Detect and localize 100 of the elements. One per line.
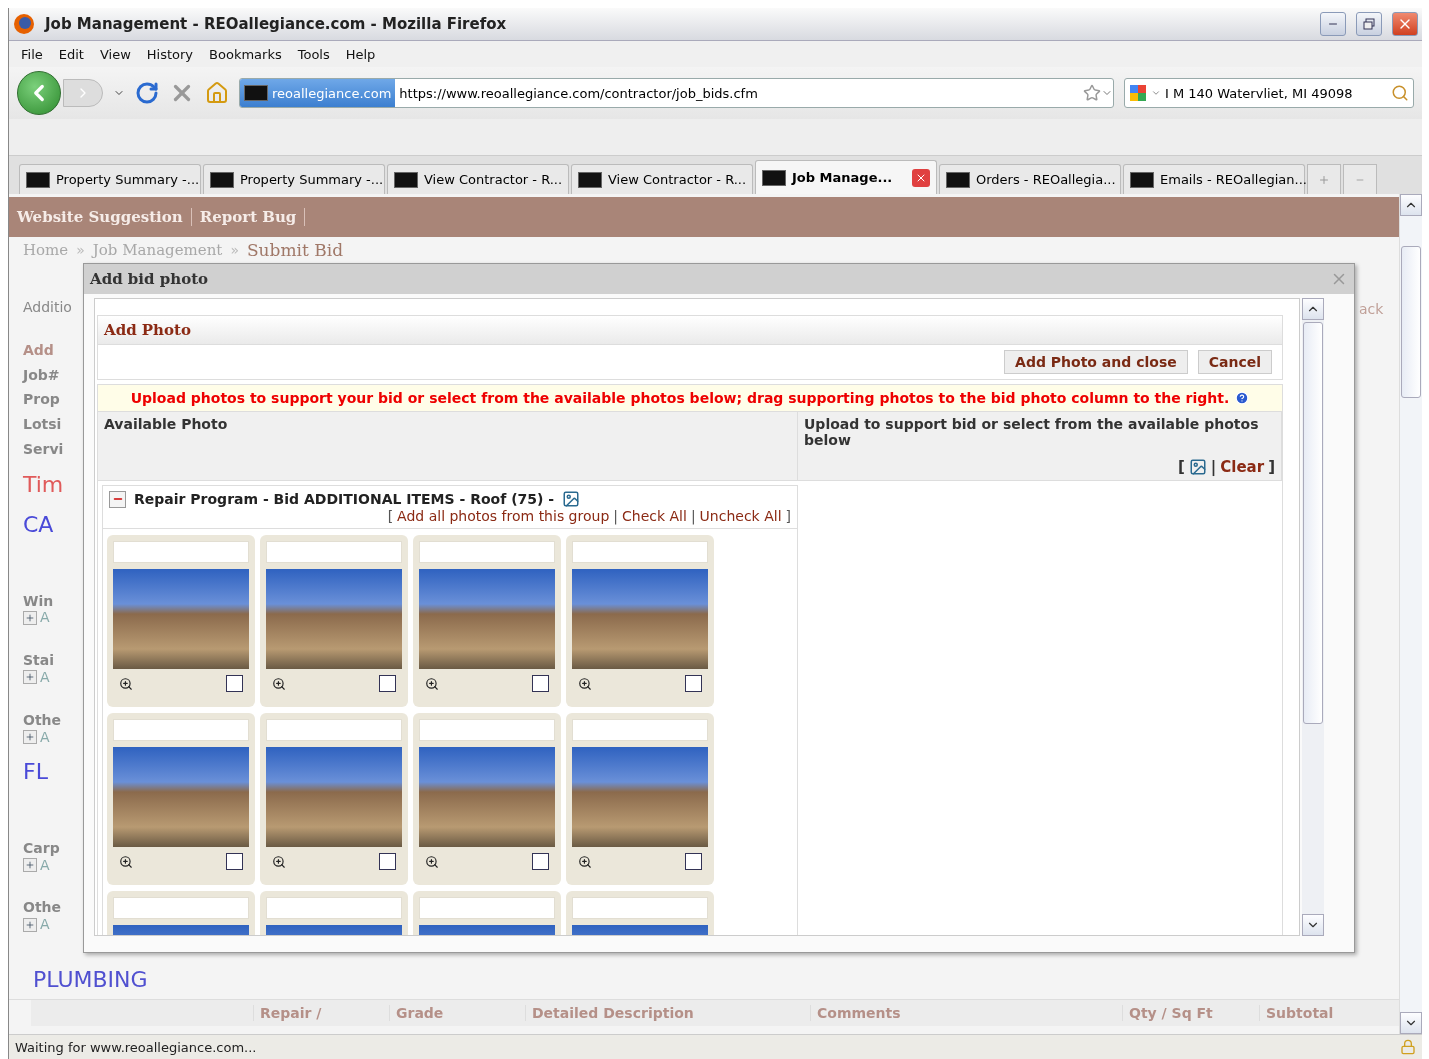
reload-button[interactable] bbox=[135, 81, 159, 105]
search-field[interactable]: I M 140 Watervliet, MI 49098 bbox=[1124, 78, 1414, 108]
close-tab-button[interactable] bbox=[912, 168, 930, 187]
menu-item[interactable]: Edit bbox=[52, 44, 90, 64]
caption-field[interactable] bbox=[266, 719, 402, 741]
caret-icon bbox=[1151, 88, 1161, 98]
browser-tab[interactable]: Orders - REOallegia... bbox=[939, 164, 1121, 194]
photo-checkbox[interactable] bbox=[532, 675, 549, 692]
browser-tab[interactable]: Property Summary -... bbox=[203, 164, 385, 194]
browser-tab[interactable]: Property Summary -... bbox=[19, 164, 201, 194]
photo-checkbox[interactable] bbox=[379, 853, 396, 870]
photo-checkbox[interactable] bbox=[685, 675, 702, 692]
cancel-button[interactable]: Cancel bbox=[1197, 350, 1272, 374]
label-text: ack bbox=[1359, 301, 1384, 317]
address-field[interactable]: reoallegiance.com https://www.reoallegiance.com/contractor/job_bids.cfm bbox=[239, 78, 1114, 108]
caption-field[interactable] bbox=[113, 541, 249, 563]
home-button[interactable] bbox=[205, 81, 229, 105]
menu-item[interactable]: Bookmarks bbox=[203, 44, 288, 64]
firefox-logo-icon bbox=[13, 13, 35, 35]
photo-checkbox[interactable] bbox=[226, 853, 243, 870]
menu-item[interactable]: Tools bbox=[291, 44, 336, 64]
section-title: FL bbox=[23, 759, 49, 786]
scroll-down-button[interactable] bbox=[1302, 914, 1324, 936]
breadcrumb-link[interactable]: Submit Bid bbox=[246, 240, 344, 260]
reload-icon bbox=[135, 81, 159, 105]
item-label: Stai bbox=[23, 652, 56, 669]
scrollbar-thumb[interactable] bbox=[1303, 322, 1323, 724]
section-title: Tim bbox=[23, 471, 65, 499]
column-header: Detailed Description bbox=[525, 1005, 810, 1021]
section-title: CA bbox=[23, 512, 55, 539]
label-text: Additio bbox=[23, 299, 73, 316]
item-label: Win bbox=[23, 592, 55, 610]
plus-icon[interactable] bbox=[23, 857, 37, 872]
minimize-button[interactable] bbox=[1320, 12, 1346, 36]
menu-item[interactable]: View bbox=[93, 44, 137, 64]
home-icon bbox=[205, 81, 229, 105]
help-icon bbox=[1235, 391, 1250, 405]
scroll-up-button[interactable] bbox=[1400, 194, 1422, 216]
column-header: Repair / bbox=[253, 1005, 389, 1021]
caption-field[interactable] bbox=[419, 719, 555, 741]
photo-checkbox[interactable] bbox=[379, 675, 396, 692]
plus-icon[interactable] bbox=[23, 670, 37, 685]
menu-item[interactable]: Help bbox=[339, 44, 382, 64]
photo-checkbox[interactable] bbox=[532, 853, 549, 870]
caption-field[interactable] bbox=[419, 897, 555, 919]
breadcrumb-separator: » bbox=[230, 242, 239, 258]
column-header: Comments bbox=[810, 1005, 1122, 1021]
scrollbar-thumb[interactable] bbox=[1401, 246, 1421, 398]
item-label: Carp bbox=[23, 839, 61, 857]
group-link[interactable]: Uncheck All bbox=[699, 508, 782, 524]
caption-field[interactable] bbox=[113, 897, 249, 919]
photo-checkbox[interactable] bbox=[226, 675, 243, 692]
restore-icon bbox=[1363, 18, 1375, 30]
caption-field[interactable] bbox=[572, 719, 708, 741]
bracket-text: [ bbox=[1177, 458, 1185, 476]
restore-button[interactable] bbox=[1356, 12, 1382, 36]
separator-text: | bbox=[1210, 458, 1217, 476]
window-title: Job Management - REOallegiance.com - Mozilla Firefox bbox=[45, 15, 508, 33]
browser-tab[interactable]: View Contractor - R... bbox=[571, 164, 753, 194]
add-photo-button[interactable]: Add Photo and close bbox=[1004, 350, 1188, 374]
upload-image-icon[interactable] bbox=[1188, 458, 1207, 476]
back-button[interactable] bbox=[17, 71, 61, 115]
star-icon bbox=[1083, 84, 1101, 102]
search-engine-icon bbox=[1129, 84, 1147, 102]
group-title: Repair Program - Bid ADDITIONAL ITEMS - Roof (75) - bbox=[134, 491, 555, 507]
menu-item[interactable]: History bbox=[140, 44, 200, 64]
collapse-button[interactable] bbox=[109, 490, 126, 508]
menu-item[interactable]: File bbox=[15, 44, 49, 64]
plus-icon[interactable] bbox=[23, 729, 37, 744]
dialog-title: Add bid photo bbox=[90, 270, 210, 288]
caption-field[interactable] bbox=[266, 897, 402, 919]
plus-icon[interactable] bbox=[23, 610, 37, 625]
scroll-up-button[interactable] bbox=[1302, 298, 1324, 320]
header-text: Add bbox=[23, 341, 55, 359]
section-title: PLUMBING bbox=[33, 966, 148, 992]
group-link[interactable]: Add all photos from this group bbox=[397, 508, 610, 524]
photo-checkbox[interactable] bbox=[685, 853, 702, 870]
separator-text: | bbox=[613, 508, 618, 524]
plus-icon[interactable] bbox=[23, 917, 37, 932]
caption-field[interactable] bbox=[113, 719, 249, 741]
caption-field[interactable] bbox=[419, 541, 555, 563]
caption-field[interactable] bbox=[266, 541, 402, 563]
close-button[interactable] bbox=[1392, 12, 1418, 36]
scroll-down-button[interactable] bbox=[1400, 1012, 1422, 1034]
separator-text: | bbox=[690, 508, 696, 524]
upload-image-icon[interactable] bbox=[562, 490, 581, 508]
item-label: Othe bbox=[23, 899, 63, 917]
clear-link[interactable]: Clear bbox=[1220, 458, 1265, 476]
group-link[interactable]: Check All bbox=[622, 508, 687, 524]
browser-tab[interactable]: Emails - REOallegian... bbox=[1123, 164, 1305, 194]
browser-tab[interactable]: View Contractor - R... bbox=[387, 164, 569, 194]
caption-field[interactable] bbox=[572, 541, 708, 563]
browser-tab[interactable]: Job Manage... bbox=[755, 160, 937, 194]
field-label: Servi bbox=[23, 441, 65, 458]
caption-field[interactable] bbox=[572, 897, 708, 919]
bracket-text: ] bbox=[1268, 458, 1275, 476]
field-label: Job# bbox=[23, 366, 61, 384]
item-label: Othe bbox=[23, 711, 63, 729]
bracket-text: [ bbox=[387, 508, 394, 524]
bracket-text: ] bbox=[785, 508, 791, 524]
